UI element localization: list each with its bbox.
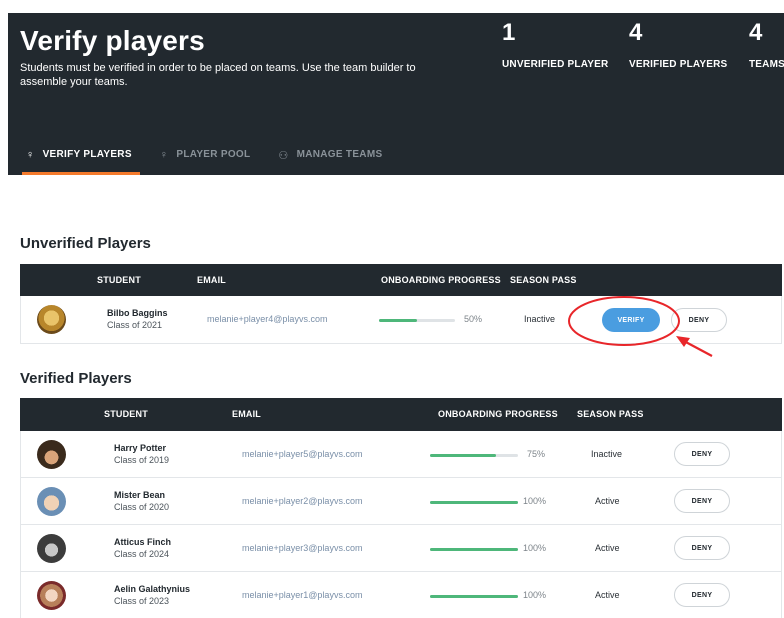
stat-teams: 4 TEAMS (749, 19, 784, 70)
page-header: Verify players Students must be verified… (8, 13, 784, 175)
season-pass-status: Active (595, 496, 620, 506)
table-row: Bilbo Baggins Class of 2021 melanie+play… (20, 296, 782, 344)
progress-fill (430, 548, 518, 551)
student-name: Aelin Galathynius (114, 584, 191, 594)
deny-button[interactable]: DENY (674, 583, 730, 607)
student-email: melanie+player4@playvs.com (207, 314, 328, 324)
avatar (37, 305, 66, 334)
season-pass-status: Active (595, 590, 620, 600)
student-email: melanie+player3@playvs.com (242, 543, 363, 553)
progress-bar (430, 454, 518, 457)
season-pass-status: Inactive (591, 449, 623, 459)
stat-value: 4 (629, 19, 643, 46)
stat-unverified: 1 UNVERIFIED PLAYER (502, 19, 608, 70)
column-header-student: STUDENT (97, 275, 141, 285)
column-header-season-pass: SEASON PASS (510, 275, 577, 285)
verify-button[interactable]: VERIFY (602, 308, 660, 332)
progress-fill (430, 595, 518, 598)
stat-verified: 4 VERIFIED PLAYERS (629, 19, 727, 70)
season-pass-status: Active (595, 543, 620, 553)
avatar (37, 487, 66, 516)
table-row: Aelin Galathynius Class of 2023 melanie+… (20, 572, 782, 618)
column-header-email: EMAIL (232, 409, 261, 419)
avatar (37, 534, 66, 563)
student-name: Atticus Finch (114, 537, 172, 547)
progress-bar (379, 319, 455, 322)
tab-label: VERIFY PLAYERS (42, 149, 132, 160)
avatar (37, 440, 66, 469)
progress-label: 100% (523, 590, 547, 600)
deny-button[interactable]: DENY (671, 308, 727, 332)
table-header: STUDENT EMAIL ONBOARDING PROGRESS SEASON… (20, 398, 782, 431)
student-class: Class of 2019 (114, 455, 170, 465)
student-class: Class of 2023 (114, 596, 170, 606)
page-subtitle: Students must be verified in order to be… (20, 62, 416, 88)
stat-label: VERIFIED PLAYERS (629, 59, 728, 70)
player-icon: ♀︎ (26, 149, 35, 161)
avatar (37, 581, 66, 610)
stat-value: 1 (502, 19, 516, 46)
progress-label: 50% (464, 314, 483, 324)
progress-label: 100% (523, 543, 547, 553)
student-name: Bilbo Baggins (107, 308, 168, 318)
stat-label: TEAMS (749, 59, 784, 70)
student-name: Mister Bean (114, 490, 166, 500)
stat-label: UNVERIFIED PLAYER (502, 59, 609, 70)
progress-fill (430, 454, 496, 457)
student-email: melanie+player5@playvs.com (242, 449, 363, 459)
progress-fill (379, 319, 417, 322)
tab-player-pool[interactable]: ♀︎ PLAYER POOL (156, 147, 255, 175)
unverified-table: STUDENT EMAIL ONBOARDING PROGRESS SEASON… (20, 264, 782, 344)
student-name: Harry Potter (114, 443, 167, 453)
tab-manage-teams[interactable]: ⚇ MANAGE TEAMS (274, 147, 386, 175)
progress-bar (430, 595, 518, 598)
deny-button[interactable]: DENY (674, 536, 730, 560)
column-header-progress: ONBOARDING PROGRESS (381, 275, 501, 285)
table-header: STUDENT EMAIL ONBOARDING PROGRESS SEASON… (20, 264, 782, 296)
progress-label: 100% (523, 496, 547, 506)
column-header-progress: ONBOARDING PROGRESS (438, 409, 558, 419)
progress-fill (430, 501, 518, 504)
student-class: Class of 2020 (114, 502, 170, 512)
season-pass-status: Inactive (524, 314, 556, 324)
student-email: melanie+player2@playvs.com (242, 496, 363, 506)
table-row: Harry Potter Class of 2019 melanie+playe… (20, 431, 782, 478)
table-row: Atticus Finch Class of 2024 melanie+play… (20, 525, 782, 572)
column-header-student: STUDENT (104, 409, 148, 419)
player-icon: ♀︎ (159, 149, 169, 161)
unverified-section-title: Unverified Players (20, 235, 151, 252)
page-title: Verify players (20, 25, 205, 56)
student-class: Class of 2024 (114, 549, 170, 559)
team-icon: ⚇ (278, 150, 289, 162)
progress-bar (430, 548, 518, 551)
stat-value: 4 (749, 19, 763, 46)
student-class: Class of 2021 (107, 320, 163, 330)
verified-section-title: Verified Players (20, 370, 132, 387)
progress-bar (430, 501, 518, 504)
column-header-season-pass: SEASON PASS (577, 409, 644, 419)
student-email: melanie+player1@playvs.com (242, 590, 363, 600)
verified-table: STUDENT EMAIL ONBOARDING PROGRESS SEASON… (20, 398, 782, 618)
column-header-email: EMAIL (197, 275, 226, 285)
deny-button[interactable]: DENY (674, 442, 730, 466)
deny-button[interactable]: DENY (674, 489, 730, 513)
tab-bar: ♀︎ VERIFY PLAYERS ♀︎ PLAYER POOL ⚇ MANAG… (22, 147, 406, 175)
tab-label: MANAGE TEAMS (296, 149, 383, 160)
tab-verify-players[interactable]: ♀︎ VERIFY PLAYERS (22, 147, 140, 175)
table-row: Mister Bean Class of 2020 melanie+player… (20, 478, 782, 525)
tab-label: PLAYER POOL (176, 149, 251, 160)
progress-label: 75% (527, 449, 546, 459)
